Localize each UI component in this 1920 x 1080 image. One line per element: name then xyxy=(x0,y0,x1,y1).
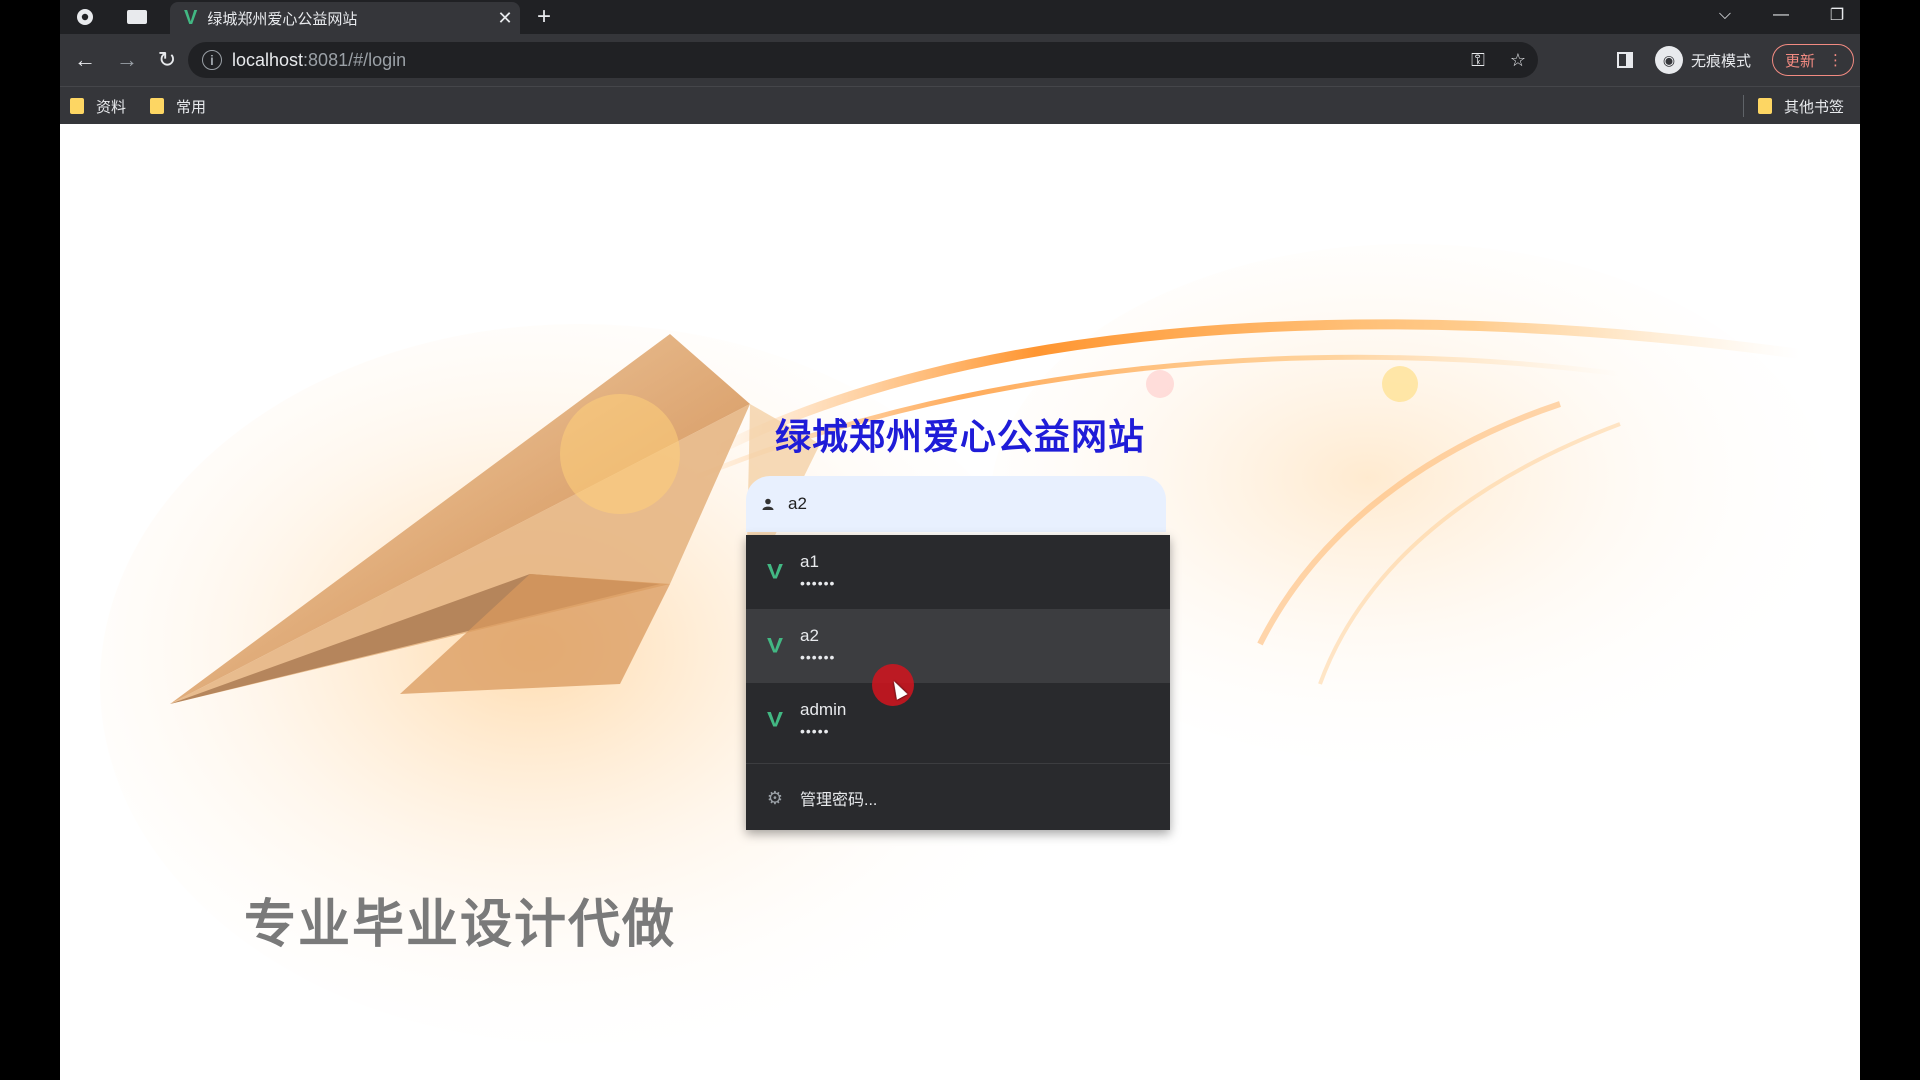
vue-site-icon: V xyxy=(766,707,783,732)
login-page: 绿城郑州爱心公益网站 V a1 •••••• V a2 •••••• xyxy=(60,124,1860,1080)
vue-favicon-icon: V xyxy=(184,6,198,29)
tab-close-icon[interactable]: ✕ xyxy=(490,8,520,29)
other-bookmarks[interactable]: 其他书签 xyxy=(1758,95,1844,117)
suggestion-username: admin xyxy=(800,700,847,719)
vue-site-icon: V xyxy=(766,559,783,584)
incognito-indicator[interactable]: ◉ 无痕模式 xyxy=(1655,44,1751,76)
manage-passwords-item[interactable]: ⚙ 管理密码... xyxy=(746,773,1170,823)
tab-list-chevron-icon[interactable]: ⌵ xyxy=(1700,0,1750,30)
bookmarks-bar: 资料 常用 其他书签 xyxy=(60,86,1860,124)
forward-button[interactable]: → xyxy=(112,46,142,74)
browser-toolbar: ← → ↻ i localhost:8081/#/login ⚿ ☆ ◉ 无痕模… xyxy=(60,34,1860,86)
username-field[interactable] xyxy=(746,476,1166,532)
browser-window: V 绿城郑州爱心公益网站 ✕ + ⌵ — ❐ ✕ ← → ↻ i localho… xyxy=(60,0,1860,1080)
suggestion-username: a2 xyxy=(800,626,819,645)
more-vert-icon: ⋮ xyxy=(1828,52,1843,69)
bookmark-star-icon[interactable]: ☆ xyxy=(1498,50,1538,71)
folder-icon xyxy=(150,98,164,114)
tab-search-icon[interactable] xyxy=(122,4,152,30)
folder-icon xyxy=(1758,98,1772,114)
reload-button[interactable]: ↻ xyxy=(152,46,182,74)
user-icon xyxy=(760,496,776,512)
autofill-suggestion[interactable]: V a1 •••••• xyxy=(746,535,1170,609)
suggestion-password-mask: •••••• xyxy=(800,649,836,665)
suggestion-password-mask: ••••• xyxy=(800,723,830,739)
tab-bar: V 绿城郑州爱心公益网站 ✕ + ⌵ — ❐ ✕ xyxy=(60,0,1860,34)
folder-icon xyxy=(70,98,84,114)
bookmark-folder[interactable]: 常用 xyxy=(150,95,206,117)
new-tab-button[interactable]: + xyxy=(530,3,558,30)
back-button[interactable]: ← xyxy=(70,46,100,74)
dropdown-divider xyxy=(746,763,1170,764)
minimize-icon[interactable]: — xyxy=(1756,0,1806,30)
tab-title: 绿城郑州爱心公益网站 xyxy=(207,10,358,28)
password-key-icon[interactable]: ⚿ xyxy=(1458,50,1498,71)
bookmark-folder[interactable]: 资料 xyxy=(70,95,126,117)
address-url[interactable]: localhost:8081/#/login xyxy=(232,50,1458,71)
bookmarks-separator xyxy=(1743,95,1744,117)
update-button[interactable]: 更新 ⋮ xyxy=(1772,44,1854,76)
autofill-suggestion[interactable]: V admin ••••• xyxy=(746,683,1170,757)
suggestion-username: a1 xyxy=(800,552,819,571)
password-autofill-dropdown: V a1 •••••• V a2 •••••• V admin ••••• ⚙ … xyxy=(746,535,1170,830)
site-info-icon[interactable]: i xyxy=(202,50,222,70)
chrome-menu-icon[interactable] xyxy=(70,4,100,30)
vue-site-icon: V xyxy=(766,633,783,658)
autofill-suggestion[interactable]: V a2 •••••• xyxy=(746,609,1170,683)
slogan-text: 专业毕业设计代做 xyxy=(244,896,677,954)
suggestion-password-mask: •••••• xyxy=(800,575,836,591)
address-bar[interactable]: i localhost:8081/#/login ⚿ ☆ xyxy=(188,42,1538,78)
restore-icon[interactable]: ❐ xyxy=(1812,0,1860,30)
username-input[interactable] xyxy=(786,493,1090,515)
site-title: 绿城郑州爱心公益网站 xyxy=(774,416,1145,457)
tab-active[interactable]: V 绿城郑州爱心公益网站 ✕ xyxy=(170,2,520,34)
incognito-icon: ◉ xyxy=(1655,46,1683,74)
gear-icon: ⚙ xyxy=(766,787,784,808)
side-panel-icon[interactable] xyxy=(1610,46,1640,74)
